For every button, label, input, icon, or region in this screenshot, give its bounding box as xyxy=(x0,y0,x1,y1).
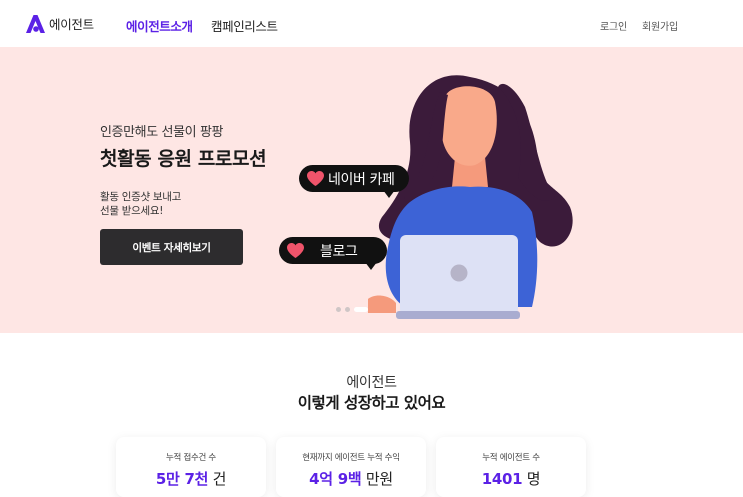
stats-subheading: 이렇게 성장하고 있어요 xyxy=(297,394,446,412)
stat-value: 5만 7천 건 xyxy=(116,468,266,489)
stat-label: 누적 에이전트 수 xyxy=(482,453,540,463)
brand-logo[interactable]: 에이전트 xyxy=(26,14,94,33)
slide-dot-active[interactable] xyxy=(354,307,368,312)
stat-label: 누적 접수건 수 xyxy=(166,453,216,463)
blog-label: 블로그 xyxy=(320,243,358,260)
nav-campaign-list[interactable]: 캠페인리스트 xyxy=(211,16,278,35)
nav-agent-intro[interactable]: 에이전트소개 xyxy=(126,16,193,35)
event-details-button[interactable]: 이벤트 자세히보기 xyxy=(100,229,243,265)
top-header: 에이전트 에이전트소개 캠페인리스트 로그인 회원가입 xyxy=(0,0,743,47)
naver-cafe-label: 네이버 카페 xyxy=(328,171,395,188)
hero-description-line: 활동 인증샷 보내고 xyxy=(100,191,181,203)
slide-dot[interactable] xyxy=(336,307,341,312)
hero-title: 첫활동 응원 프로모션 xyxy=(100,148,267,170)
stat-number: 4억 9백 xyxy=(309,470,362,488)
stat-number: 5만 7천 xyxy=(155,470,209,488)
hero-subtitle: 인증만해도 선물이 팡팡 xyxy=(100,125,224,140)
brand-a-logo-icon xyxy=(26,14,45,33)
stat-unit: 만원 xyxy=(361,470,393,488)
slide-dot[interactable] xyxy=(345,307,350,312)
stat-value: 4억 9백 만원 xyxy=(276,468,426,489)
stat-card-revenue: 현재까지 에이전트 누적 수익 4억 9백 만원 xyxy=(276,437,426,497)
hero-description-line: 선물 받으세요! xyxy=(100,204,164,217)
stats-heading: 에이전트 xyxy=(346,375,397,391)
logo-text: 에이전트 xyxy=(49,17,94,32)
naver-cafe-bubble: 네이버 카페 xyxy=(299,165,409,192)
heart-icon xyxy=(307,171,324,186)
stat-value: 1401 명 xyxy=(436,468,586,489)
stat-label: 현재까지 에이전트 누적 수익 xyxy=(302,453,400,463)
login-link[interactable]: 로그인 xyxy=(600,18,627,33)
signup-link[interactable]: 회원가입 xyxy=(642,18,678,33)
blog-bubble: 블로그 xyxy=(279,237,387,264)
stat-card-agents: 누적 에이전트 수 1401 명 xyxy=(436,437,586,497)
hero-description: 활동 인증샷 보내고 선물 받으세요! xyxy=(100,191,181,218)
stat-number: 1401 xyxy=(481,470,523,488)
stat-unit: 건 xyxy=(208,470,227,488)
stat-unit: 명 xyxy=(522,470,541,488)
slide-indicator xyxy=(336,307,368,312)
bubble-tail xyxy=(365,262,377,270)
stat-card-submissions: 누적 접수건 수 5만 7천 건 xyxy=(116,437,266,497)
hero-banner: 인증만해도 선물이 팡팡 첫활동 응원 프로모션 활동 인증샷 보내고 선물 받… xyxy=(0,47,743,333)
bubble-tail xyxy=(383,190,395,198)
heart-icon xyxy=(287,243,304,258)
